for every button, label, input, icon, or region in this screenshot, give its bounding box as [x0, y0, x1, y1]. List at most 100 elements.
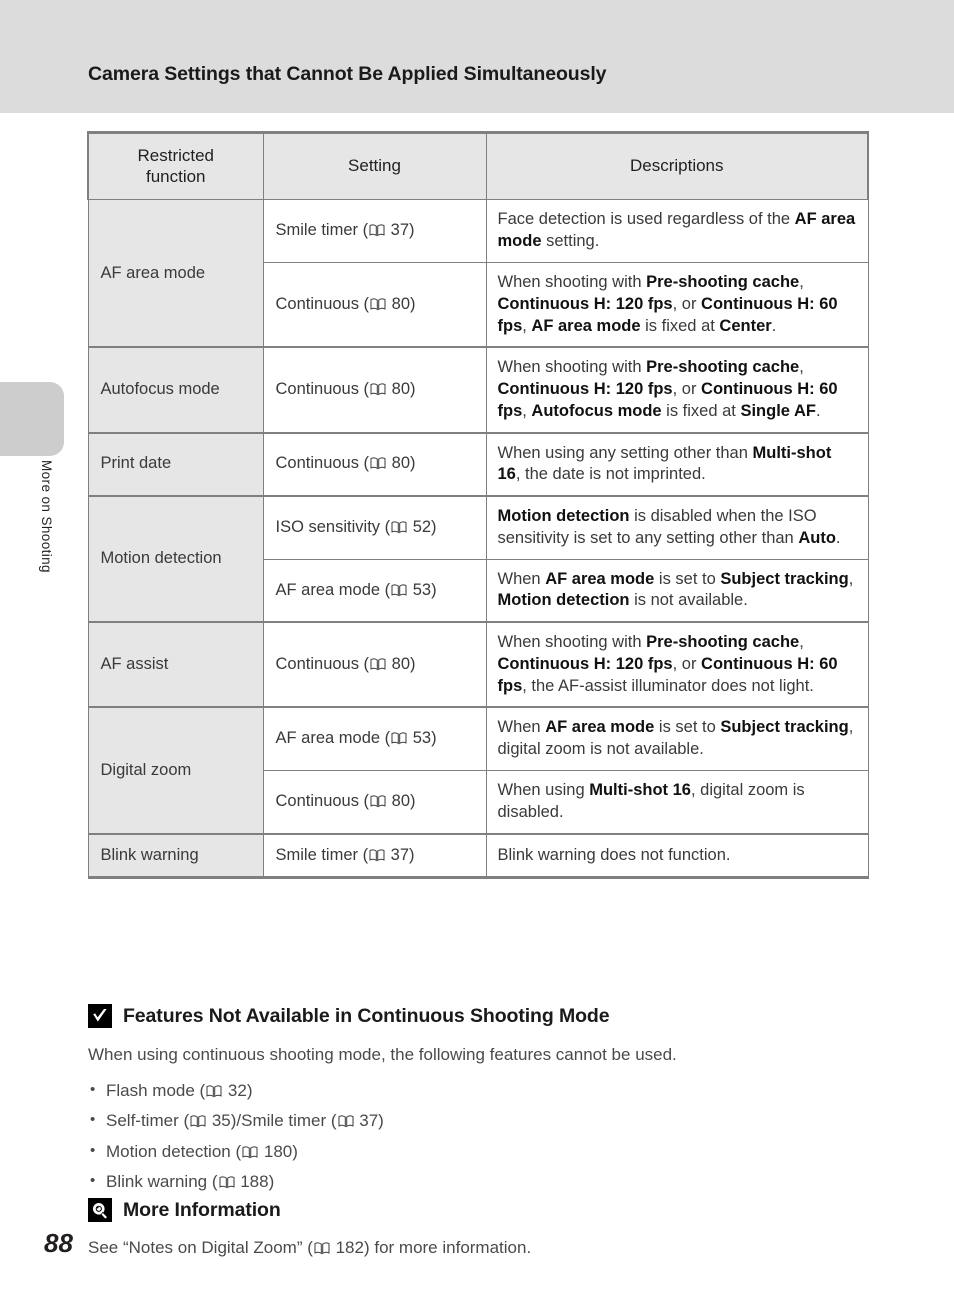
table-row: AF assist Continuous ( 80) When shooting w… — [87, 621, 869, 708]
cell-setting: ISO sensitivity ( 52) — [262, 495, 487, 560]
book-page-reference-icon — [370, 457, 386, 470]
cell-setting: Continuous ( 80) — [262, 346, 487, 434]
column-header-line-2: function — [145, 166, 206, 186]
cell-description: When using Multi-shot 16, digital zoom i… — [485, 770, 869, 835]
cell-restricted-function: Blink warning — [87, 832, 264, 880]
cell-restricted-function: Autofocus mode — [87, 346, 264, 434]
chapter-tab-label: More on Shooting — [39, 460, 54, 573]
book-page-reference-icon — [391, 732, 407, 745]
cell-setting: Continuous ( 80) — [262, 621, 487, 708]
cell-description: When shooting with Pre-shooting cache, C… — [485, 346, 869, 434]
note-heading-row: Features Not Available in Continuous Sho… — [88, 1004, 878, 1028]
note-features-not-available: Features Not Available in Continuous Sho… — [88, 1004, 878, 1197]
cell-setting: Smile timer ( 37) — [262, 199, 487, 263]
book-page-reference-icon — [219, 1176, 235, 1189]
emphasis-text: AF area mode — [545, 569, 655, 588]
emphasis-text: Subject tracking — [720, 718, 849, 737]
emphasis-text: Multi-shot 16 — [497, 443, 832, 484]
table-header-row: Restricted function Setting Descriptions — [87, 130, 869, 201]
column-header-restricted-function: Restricted function — [87, 130, 264, 201]
page-number: 88 — [44, 1228, 73, 1258]
cell-restricted-function: AF assist — [87, 621, 264, 708]
table-body: AF area mode Smile timer ( 37) Face detect… — [87, 199, 869, 880]
list-item: Flash mode ( 32) — [88, 1076, 878, 1106]
emphasis-text: Single AF — [740, 401, 816, 420]
table-row: Print date Continuous ( 80) When using any… — [87, 431, 869, 497]
note-heading-text: Features Not Available in Continuous Sho… — [123, 1004, 610, 1027]
cell-description: Blink warning does not function. — [485, 832, 869, 880]
cell-restricted-function: Digital zoom — [87, 706, 264, 835]
emphasis-text: AF area mode — [531, 316, 641, 335]
book-page-reference-icon — [190, 1115, 206, 1128]
cell-description: When shooting with Pre-shooting cache, C… — [485, 262, 869, 348]
note-intro-text: When using continuous shooting mode, the… — [88, 1045, 677, 1064]
emphasis-text: Motion detection — [497, 507, 630, 526]
emphasis-text: Autofocus mode — [531, 401, 662, 420]
table-row: Autofocus mode Continuous ( 80) When shoot… — [87, 346, 869, 434]
cell-description: Face detection is used regardless of the… — [485, 199, 869, 263]
note-more-information: More Information See “Notes on Digital Z… — [88, 1198, 878, 1261]
cell-restricted-function: Print date — [87, 431, 264, 497]
emphasis-text: Multi-shot 16 — [589, 781, 691, 800]
emphasis-text: AF area mode — [497, 210, 856, 251]
list-item: Self-timer ( 35)/Smile timer ( 37) — [88, 1106, 878, 1136]
note-more-info-text: See “Notes on Digital Zoom” ( 182) for m… — [88, 1238, 532, 1257]
table-row: AF area mode Smile timer ( 37) Face detect… — [87, 199, 869, 348]
book-page-reference-icon — [391, 521, 407, 534]
book-page-reference-icon — [370, 658, 386, 671]
cell-description: When AF area mode is set to Subject trac… — [485, 558, 869, 623]
cell-description: When using any setting other than Multi-… — [485, 431, 869, 497]
emphasis-text: Continuous H: 120 fps — [497, 654, 673, 673]
emphasis-text: Pre-shooting cache — [646, 273, 800, 291]
book-page-reference-icon — [370, 383, 386, 396]
emphasis-text: Continuous H: 120 fps — [497, 294, 673, 313]
cell-setting: AF area mode ( 53) — [262, 558, 487, 623]
emphasis-text: Pre-shooting cache — [646, 358, 800, 377]
book-page-reference-icon — [370, 298, 386, 311]
cell-restricted-function: Motion detection — [87, 495, 264, 623]
emphasis-text: Continuous H: 120 fps — [497, 380, 673, 399]
table-head: Restricted function Setting Descriptions — [87, 130, 869, 201]
table-row: Motion detection ISO sensitivity ( 52) Mot… — [87, 495, 869, 623]
cell-setting: Continuous ( 80) — [262, 262, 487, 348]
book-page-reference-icon — [314, 1242, 330, 1255]
emphasis-text: Auto — [798, 528, 836, 547]
column-header-line-1: Restricted — [137, 146, 215, 165]
column-header-setting: Setting — [262, 130, 487, 201]
emphasis-text: Pre-shooting cache — [646, 633, 800, 652]
emphasis-text: Motion detection — [497, 591, 630, 610]
table-row: Blink warning Smile timer ( 37) Blink warn… — [87, 832, 869, 880]
cell-description: When AF area mode is set to Subject trac… — [485, 706, 869, 772]
table-row: Digital zoom AF area mode ( 53) When AF ar… — [87, 706, 869, 835]
emphasis-text: Center — [719, 316, 772, 335]
cell-setting: Continuous ( 80) — [262, 431, 487, 497]
emphasis-text: Subject tracking — [720, 569, 849, 588]
book-page-reference-icon — [206, 1085, 222, 1098]
note-heading-text: More Information — [123, 1198, 281, 1221]
list-item: Motion detection ( 180) — [88, 1137, 878, 1167]
cell-setting: Continuous ( 80) — [262, 770, 487, 835]
lightbulb-icon — [88, 1198, 112, 1222]
cell-description: Motion detection is disabled when the IS… — [485, 495, 869, 560]
chapter-tab-marker — [0, 382, 64, 456]
book-page-reference-icon — [338, 1115, 354, 1128]
note-feature-list: Flash mode ( 32)Self-timer ( 35)/Smile t… — [88, 1076, 878, 1198]
cell-restricted-function: AF area mode — [87, 199, 264, 348]
column-header-descriptions: Descriptions — [485, 130, 869, 201]
checkmark-icon — [88, 1004, 112, 1028]
cell-setting: Smile timer ( 37) — [262, 832, 487, 880]
page-header-band — [0, 0, 954, 113]
book-page-reference-icon — [369, 849, 385, 862]
book-page-reference-icon — [242, 1145, 258, 1159]
list-item: Blink warning ( 188) — [88, 1167, 878, 1197]
cell-description: When shooting with Pre-shooting cache, C… — [485, 621, 869, 708]
note-heading-row: More Information — [88, 1198, 878, 1222]
book-page-reference-icon — [391, 584, 407, 597]
restrictions-table: Restricted function Setting Descriptions… — [87, 130, 869, 880]
emphasis-text: AF area mode — [545, 718, 655, 737]
book-page-reference-icon — [369, 224, 385, 237]
cell-setting: AF area mode ( 53) — [262, 706, 487, 772]
restrictions-table-wrapper: Restricted function Setting Descriptions… — [87, 130, 869, 880]
book-page-reference-icon — [370, 795, 386, 808]
page-title: Camera Settings that Cannot Be Applied S… — [88, 63, 607, 85]
